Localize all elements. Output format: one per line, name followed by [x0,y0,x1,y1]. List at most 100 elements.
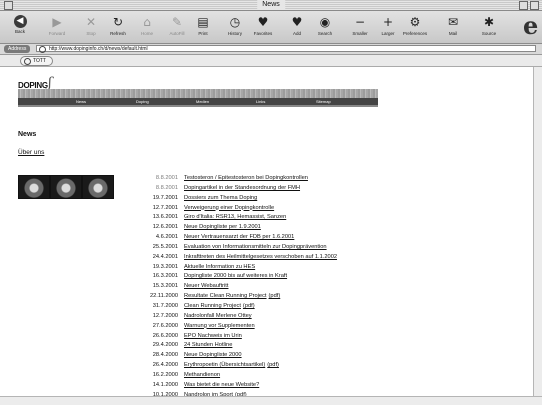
pdf-marker: (pdf) [242,302,255,309]
pdf-marker: (pdf) [267,362,279,369]
vertical-scrollbar[interactable] [533,67,542,397]
favorite-tott[interactable]: TOTT [20,56,53,66]
news-link[interactable]: Neue Dopingliste 2000 [184,351,242,361]
toolbar-label: Preferences [402,31,428,36]
toolbar-label: Forward [48,31,66,36]
news-link[interactable]: Neue Dopingliste per 1.9.2001 [184,223,261,233]
news-title: Neuer Vertrauensarzt der FDB per 1.6.200… [184,234,295,241]
news-date: 15.3.2001 [152,283,178,290]
zoom-box[interactable] [519,1,528,10]
news-title: Nadrolonfall Merlene Ottey [184,312,252,319]
nav-medien[interactable]: Medien [196,98,209,105]
news-title: Neue Dopingliste 2000 [184,352,242,359]
news-link[interactable]: Giro d'Italia: RSR13, Hemassist, Sanzen [184,213,286,223]
close-box[interactable] [4,1,13,10]
news-title: Giro d'Italia: RSR13, Hemassist, Sanzen [184,214,287,221]
news-row: 8.8.2001 Dopingartikel in der Standesordn… [110,184,410,194]
toolbar-button-preferences[interactable]: ⚙ Preferences [398,12,432,42]
news-date: 14.1.2000 [152,381,178,388]
news-link[interactable]: Inkrafttreten des Heilmittelgesetzes ver… [184,253,337,263]
add-icon: ♥ [291,15,303,29]
news-date: 4.6.2001 [155,234,178,241]
news-link[interactable]: Nadrolonfall Merlene Ottey [184,312,252,322]
toolbar-button-source[interactable]: ✱ Source [472,12,506,42]
news-row: 16.3.2001 Dopingliste 2000 bis auf weiter… [110,272,410,282]
refresh-icon: ↻ [112,15,124,29]
search-icon: ◉ [319,15,331,29]
page-content: DOPING ʃ News Doping Medien Links Sitema… [0,67,534,400]
stop-icon: ✕ [85,15,97,29]
toolbar-label: Print [198,31,208,36]
history-icon: ◷ [229,15,241,29]
favorites-bar: TOTT [0,55,542,67]
toolbar-label: Mail [448,31,458,36]
toolbar-button-mail[interactable]: ✉ Mail [436,12,470,42]
news-title: Inkrafttreten des Heilmittelgesetzes ver… [184,253,338,260]
news-link[interactable]: Warnung vor Supplementen [184,322,255,332]
news-date: 12.6.2001 [152,224,178,231]
news-date: 27.6.2000 [152,322,178,329]
toolbar-button-favorites[interactable]: ♥ Favorites [246,12,280,42]
nav-links[interactable]: Links [256,98,265,105]
news-title: Dossiers zum Thema Doping [184,194,258,201]
forward-arrow-icon: ▶ [52,15,62,29]
horizontal-scrollbar[interactable] [0,396,542,405]
news-date: 28.4.2000 [152,352,178,359]
news-row: 4.6.2001 Neuer Vertrauensarzt der FDB per… [110,233,410,243]
news-link[interactable]: Erythropoetin (Übersichtsartikel) (pdf) [184,361,279,371]
news-link[interactable]: 24 Stunden Hotline [184,341,232,351]
site-banner [18,89,378,98]
news-link[interactable]: Neuer Vertrauensarzt der FDB per 1.6.200… [184,233,294,243]
toolbar-button-back-arrow[interactable]: ◀ Back [3,12,37,42]
larger-icon: + [382,15,394,29]
news-row: 12.6.2001 Neue Dopingliste per 1.9.2001 [110,223,410,233]
autofill-icon: ✎ [171,15,183,29]
news-link[interactable]: Methandienon [184,371,220,381]
news-date: 31.7.2000 [152,302,178,309]
news-title: Neue Dopingliste per 1.9.2001 [184,224,261,231]
news-row: 26.4.2000 Erythropoetin (Übersichtsartike… [110,361,410,371]
nav-sitemap[interactable]: Sitemap [316,98,331,105]
news-link[interactable]: Clean Running Project (pdf) [184,302,255,312]
news-row: 16.2.2000 Methandienon [110,371,410,381]
news-row: 19.3.2001 Aktuelle Information zu HES [110,263,410,273]
news-link[interactable]: Testosteron / Epitestosteron bei Dopingk… [184,174,308,184]
news-link[interactable]: Dopingartikel in der Standesordnung der … [184,184,300,194]
toolbar-button-search[interactable]: ◉ Search [308,12,342,42]
about-link[interactable]: Über uns [18,149,44,156]
news-link[interactable]: EPO Nachweis im Urin [184,332,242,342]
news-title: Aktuelle Information zu HES [184,263,256,270]
news-title: Dopingliste 2000 bis auf weiteres in Kra… [184,273,288,280]
address-input[interactable]: http://www.dopinginfo.ch/d/news/default.… [36,45,536,52]
nav-underline [18,105,378,107]
news-link[interactable]: Neuer Webauftritt [184,282,228,292]
news-row: 29.4.2000 24 Stunden Hotline [110,341,410,351]
nav-doping[interactable]: Doping [136,98,149,105]
news-link[interactable]: Evaluation von Informationsmitteln zur D… [184,243,327,253]
collapse-box[interactable] [530,1,539,10]
news-title: Verweigerung einer Dopingkontrolle [184,204,275,211]
news-date: 16.3.2001 [152,273,178,280]
news-title: Neuer Webauftritt [184,283,229,290]
back-arrow-icon: ◀ [13,15,27,28]
toolbar-button-forward-arrow[interactable]: ▶ Forward [40,12,74,42]
news-date: 8.8.2001 [155,184,178,191]
news-link[interactable]: Was bietet die neue Website? [184,381,259,391]
toolbar-button-home[interactable]: ⌂ Home [130,12,164,42]
smaller-icon: − [354,15,366,29]
news-row: 14.1.2000 Was bietet die neue Website? [110,381,410,391]
preferences-icon: ⚙ [409,15,421,29]
title-bar: News [0,0,542,11]
browser-window: News ◀ Back ▶ Forward ✕ Stop ↻ Refresh ⌂ Home ✎ Aut… [0,0,542,405]
browser-toolbar: ◀ Back ▶ Forward ✕ Stop ↻ Refresh ⌂ Home ✎ AutoFill… [0,11,542,44]
news-link[interactable]: Dopingliste 2000 bis auf weiteres in Kra… [184,272,287,282]
home-icon: ⌂ [143,15,151,29]
nav-news[interactable]: News [76,98,86,105]
news-link[interactable]: Resultate Clean Running Project (pdf) [184,292,280,302]
news-list: 8.8.2001 Testosteron / Epitestosteron bei… [110,174,410,400]
toolbar-button-print[interactable]: ▤ Print [186,12,220,42]
news-link[interactable]: Dossiers zum Thema Doping [184,194,257,204]
news-link[interactable]: Verweigerung einer Dopingkontrolle [184,204,274,214]
news-link[interactable]: Aktuelle Information zu HES [184,263,255,273]
news-date: 19.7.2001 [152,194,178,201]
